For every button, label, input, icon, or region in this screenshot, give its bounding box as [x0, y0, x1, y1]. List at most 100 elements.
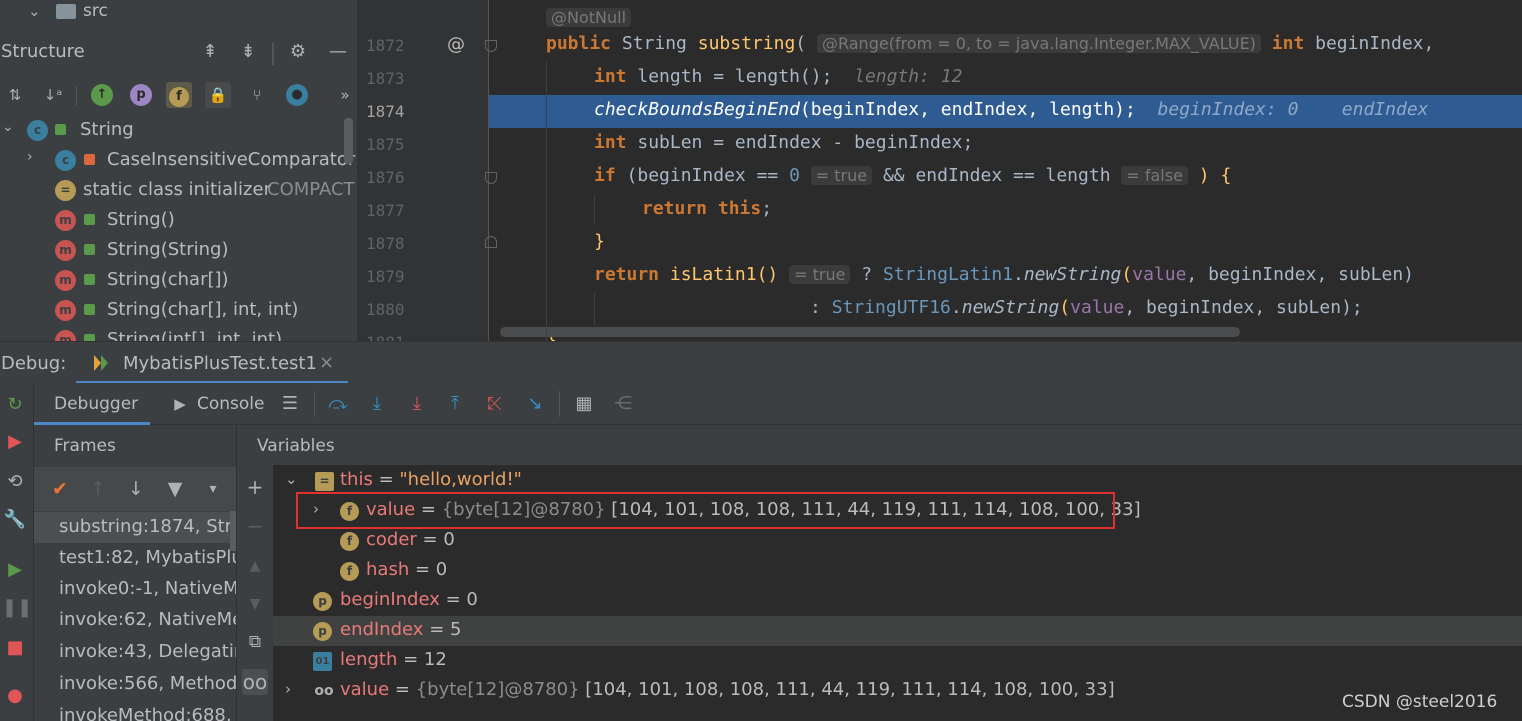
code-line[interactable]: 1873 int length = length(); length: 12 — [357, 62, 1522, 95]
copy-icon[interactable]: ⧉ — [242, 629, 268, 655]
tree-item-method[interactable]: m String(char[], int, int) — [0, 295, 357, 325]
debug-session-label: MybatisPlusTest.test1 — [123, 353, 317, 374]
variable-row-end-index[interactable]: p endIndex = 5 — [273, 616, 1522, 646]
debug-session-tab[interactable]: MybatisPlusTest.test1 × — [76, 342, 348, 384]
show-properties-icon[interactable]: p — [130, 84, 152, 106]
method-icon: m — [55, 240, 76, 261]
add-watch-icon[interactable]: + — [242, 474, 268, 500]
gear-icon[interactable]: ⚙ — [286, 41, 310, 65]
wrench-icon[interactable]: 🔧 — [2, 507, 28, 533]
tab-console[interactable]: Console — [197, 383, 265, 425]
chevron-down-icon[interactable]: ⌄ — [2, 119, 14, 135]
remove-watch-icon[interactable]: − — [242, 513, 268, 539]
checkmark-icon[interactable]: ✔ — [47, 476, 73, 502]
stop-icon[interactable]: ■ — [2, 635, 28, 661]
show-execution-point-icon[interactable]: ⤼ — [325, 391, 351, 417]
variable-row-begin-index[interactable]: p beginIndex = 0 — [273, 586, 1522, 616]
show-anonymous-icon[interactable]: ● — [286, 84, 308, 106]
frame-item[interactable]: invoke:62, NativeMethodAccessorImpl — [34, 605, 236, 636]
project-tree-src-row[interactable]: ⌄ src — [0, 0, 357, 26]
tree-item-method[interactable]: m String(int[], int, int) — [0, 325, 357, 341]
tree-item-string[interactable]: ⌄ c String — [0, 115, 357, 145]
drop-frame-icon[interactable]: ⤪ — [482, 391, 508, 417]
layout-menu-icon[interactable]: ☰ — [277, 391, 303, 417]
chevron-right-icon[interactable]: › — [27, 149, 33, 165]
code-line[interactable]: 1878 } — [357, 227, 1522, 260]
parameter-icon: p — [313, 622, 332, 641]
variable-row-value-watch[interactable]: › oo value = {byte[12]@8780} [104, 101, … — [273, 676, 1522, 706]
rerun-icon[interactable]: ↻ — [2, 392, 28, 418]
horizontal-scrollbar[interactable] — [500, 327, 1240, 337]
code-line[interactable]: 1876 if (beginIndex == 0 = true && endIn… — [357, 161, 1522, 194]
expand-all-icon[interactable]: ⇞ — [198, 41, 222, 65]
chevron-right-icon[interactable]: › — [285, 680, 291, 698]
chevron-down-icon[interactable]: ⌄ — [28, 2, 41, 20]
move-up-icon[interactable]: ▲ — [242, 553, 268, 579]
variable-text: coder = 0 — [366, 529, 455, 550]
tree-item-case-insensitive-comparator[interactable]: › c CaseInsensitiveComparator — [0, 145, 357, 175]
run-to-cursor-icon[interactable]: ↘ — [522, 391, 548, 417]
view-breakpoints-icon[interactable]: ● — [2, 683, 28, 709]
at-marker-icon[interactable]: @ — [447, 34, 465, 55]
arrow-down-icon[interactable]: ↓ — [123, 476, 149, 502]
tree-item-method[interactable]: m String(String) — [0, 235, 357, 265]
toolbar-separator — [76, 86, 77, 106]
indent-guide — [546, 62, 547, 341]
field-icon: f — [169, 87, 189, 107]
execution-line[interactable]: 1874 checkBoundsBeginEnd(beginIndex, end… — [357, 95, 1522, 128]
show-lambdas-icon[interactable]: ⑂ — [244, 82, 270, 108]
line-number: 1876 — [366, 168, 405, 187]
fold-icon[interactable] — [485, 236, 497, 248]
code-line[interactable]: 1879 return isLatin1() = true ? StringLa… — [357, 260, 1522, 293]
variables-title: Variables — [257, 436, 335, 456]
more-icon[interactable]: » — [332, 82, 357, 108]
resume-icon[interactable]: ▶ — [2, 557, 28, 583]
frame-item[interactable]: invoke:43, DelegatingMethodAccessorImpl — [34, 637, 236, 668]
minimize-icon[interactable]: — — [326, 41, 350, 65]
code-line[interactable]: 1872 @ public String substring( @Range(f… — [357, 29, 1522, 62]
frame-item[interactable]: invoke:566, Method — [34, 669, 236, 700]
tree-item-static-initializer[interactable]: = static class initializer COMPACT — [0, 175, 357, 205]
step-out-icon[interactable]: ⤒ — [442, 391, 468, 417]
variable-row-hash[interactable]: f hash = 0 — [273, 556, 1522, 586]
code-line[interactable]: 1875 int subLen = endIndex - beginIndex; — [357, 128, 1522, 161]
frame-item[interactable]: invokeMethod:688, ReflectionUtils — [34, 701, 236, 721]
chevron-down-icon[interactable]: ⌄ — [285, 470, 298, 488]
code-text: int subLen = endIndex - beginIndex; — [594, 132, 974, 153]
frame-item[interactable]: substring:1874, String — [34, 512, 236, 543]
watches-glasses-icon[interactable]: oo — [242, 669, 268, 695]
sort-by-visibility-icon[interactable]: ⇅ — [2, 82, 28, 108]
show-inherited-icon[interactable]: ↑ — [91, 84, 113, 106]
step-over-icon[interactable]: ⤓ — [364, 391, 390, 417]
tree-item-method[interactable]: m String() — [0, 205, 357, 235]
arrow-up-icon[interactable]: ↑ — [85, 476, 111, 502]
frames-scrollbar[interactable] — [230, 511, 236, 551]
variable-row-coder[interactable]: f coder = 0 — [273, 526, 1522, 556]
show-fields-toggle[interactable]: f — [166, 82, 192, 108]
tree-item-method[interactable]: m String(char[]) — [0, 265, 357, 295]
move-down-icon[interactable]: ▼ — [242, 591, 268, 617]
filter-icon[interactable]: ▼ — [162, 476, 188, 502]
toggle-auto-test-icon[interactable]: ⟲ — [2, 469, 28, 495]
code-editor[interactable]: @NotNull 1872 @ public String substring(… — [357, 0, 1522, 341]
frame-item[interactable]: test1:82, MybatisPlusTest — [34, 543, 236, 574]
code-line[interactable]: 1880 : StringUTF16.newString(value, begi… — [357, 293, 1522, 326]
evaluate-expression-icon[interactable]: ▦ — [571, 391, 597, 417]
variable-row-length[interactable]: 01 length = 12 — [273, 646, 1522, 676]
pause-icon[interactable]: ❚❚ — [2, 595, 32, 621]
chevron-down-icon[interactable]: ▾ — [200, 476, 226, 502]
code-line[interactable]: 1877 return this; — [357, 194, 1522, 227]
show-non-public-icon[interactable]: 🔒 — [205, 82, 231, 108]
sort-alphabetically-icon[interactable]: ↓ᵃ — [40, 82, 66, 108]
fold-icon[interactable] — [485, 172, 497, 184]
step-into-icon[interactable]: ⤓ — [404, 391, 430, 417]
rerun-failed-icon[interactable]: ▶ — [2, 429, 28, 455]
fold-icon[interactable] — [485, 40, 497, 52]
tab-debugger[interactable]: Debugger — [34, 383, 150, 425]
indent-guide — [594, 293, 595, 326]
close-icon[interactable]: × — [319, 352, 334, 373]
trace-icon[interactable]: ⋲ — [610, 391, 636, 417]
structure-scrollbar[interactable] — [344, 118, 353, 164]
frame-item[interactable]: invoke0:-1, NativeMethodAccessorImpl — [34, 574, 236, 605]
collapse-all-icon[interactable]: ⇟ — [236, 41, 260, 65]
